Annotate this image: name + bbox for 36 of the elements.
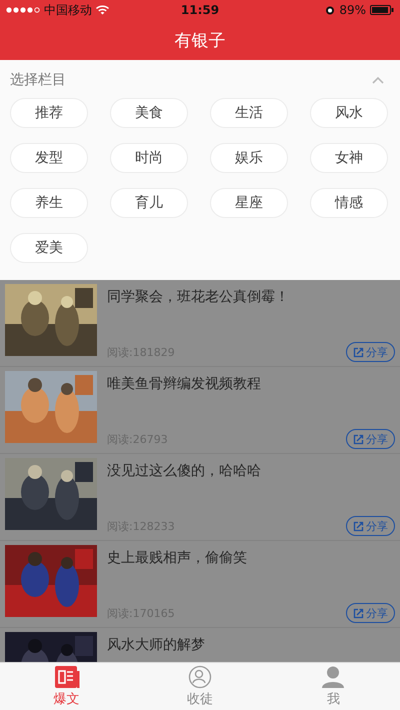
alarm-icon — [325, 5, 336, 15]
person-icon — [321, 665, 346, 689]
panel-title: 选择栏目 — [10, 71, 66, 89]
column-chip[interactable]: 推荐 — [10, 98, 88, 128]
column-chip[interactable]: 美食 — [110, 98, 188, 128]
newspaper-icon — [54, 665, 80, 689]
column-chip[interactable]: 时尚 — [110, 143, 188, 173]
user-circle-icon — [188, 665, 212, 689]
battery-percent: 89% — [339, 3, 366, 17]
column-chip[interactable]: 风水 — [310, 98, 388, 128]
column-chip[interactable]: 爱美 — [10, 233, 88, 263]
app-title: 有银子 — [174, 30, 226, 52]
column-chip[interactable]: 女神 — [310, 143, 388, 173]
tab-bar-item[interactable]: 爆文 — [0, 663, 134, 710]
article-title[interactable]: 没见过这么傻的，哈哈哈 — [107, 462, 395, 480]
column-chip[interactable]: 生活 — [210, 98, 288, 128]
share-icon — [353, 520, 364, 532]
column-chip[interactable]: 育儿 — [110, 188, 188, 218]
column-chip[interactable]: 星座 — [210, 188, 288, 218]
signal-icon — [6, 7, 40, 13]
wifi-icon — [96, 5, 109, 15]
share-icon — [353, 608, 364, 618]
article-title[interactable]: 唯美鱼骨辫编发视频教程 — [107, 375, 395, 393]
share-icon — [353, 434, 364, 444]
article-title[interactable]: 史上最贱相声，偷偷笑 — [107, 549, 395, 567]
collapse-caret-icon[interactable] — [372, 76, 384, 84]
article-title[interactable]: 风水大师的解梦 — [107, 636, 395, 654]
column-chip[interactable]: 养生 — [10, 188, 88, 218]
column-chip[interactable]: 发型 — [10, 143, 88, 173]
clock-time: 11:59 — [180, 3, 220, 17]
battery-icon — [370, 5, 394, 15]
carrier-name: 中国移动 — [44, 2, 92, 18]
column-chip[interactable]: 情感 — [310, 188, 388, 218]
article-title[interactable]: 同学聚会，班花老公真倒霉！ — [107, 288, 395, 306]
share-icon — [353, 346, 364, 358]
column-chip[interactable]: 娱乐 — [210, 143, 288, 173]
